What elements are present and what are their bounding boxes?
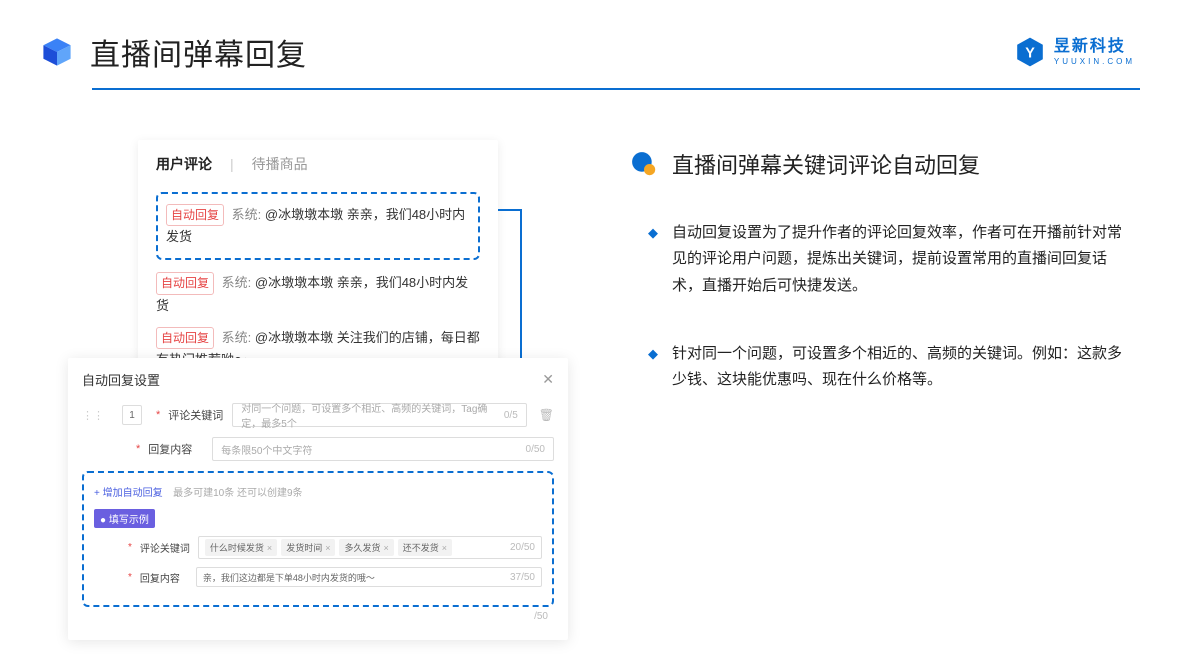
chat-bubble-icon (630, 150, 658, 178)
example-badge: ● 填写示例 (94, 509, 155, 528)
required-star: * (136, 443, 140, 455)
system-label: 系统: (222, 275, 252, 290)
drag-handle-icon[interactable]: ⋮⋮ (82, 409, 104, 422)
section-head: 直播间弹幕关键词评论自动回复 (630, 148, 1135, 180)
brand-block: Y 昱新科技 YUUXIN.COM (1014, 36, 1135, 68)
example-content-input[interactable]: 亲，我们这边都是下单48小时内发货的哦～ 37/50 (196, 567, 542, 587)
outer-counter: /50 (82, 611, 548, 622)
section-title: 直播间弹幕关键词评论自动回复 (672, 148, 980, 180)
ex-content-counter: 37/50 (510, 572, 535, 583)
example-keyword-row: * 评论关键词 什么时候发货× 发货时间× 多久发货× 还不发货× 20/50 (122, 536, 542, 559)
auto-reply-tag: 自动回复 (166, 204, 224, 226)
auto-reply-tag: 自动回复 (156, 327, 214, 349)
page-header: 直播间弹幕回复 Y 昱新科技 YUUXIN.COM (0, 0, 1180, 74)
tab-pending-products[interactable]: 待播商品 (252, 154, 308, 174)
main-content: 用户评论 | 待播商品 自动回复 系统: @冰墩墩本墩 亲亲，我们48小时内发货… (0, 90, 1180, 620)
page-title: 直播间弹幕回复 (90, 30, 307, 74)
example-content-row: * 回复内容 亲，我们这边都是下单48小时内发货的哦～ 37/50 (122, 567, 542, 587)
brand-sub: YUUXIN.COM (1054, 58, 1135, 66)
keyword-input[interactable]: 对同一个问题，可设置多个相近、高频的关键词，Tag确定，最多5个 0/5 (232, 403, 526, 427)
bullet-item: 针对同一个问题，可设置多个相近的、高频的关键词。例如：这款多少钱、这块能优惠吗、… (648, 341, 1135, 394)
svg-text:Y: Y (1025, 46, 1035, 62)
brand-icon: Y (1014, 36, 1046, 68)
brand-text: 昱新科技 YUUXIN.COM (1054, 39, 1135, 66)
tab-divider: | (230, 156, 234, 172)
settings-card: 自动回复设置 ✕ ⋮⋮ 1 * 评论关键词 对同一个问题，可设置多个相近、高频的… (68, 358, 568, 640)
add-auto-reply-link[interactable]: + 增加自动回复 (94, 488, 163, 499)
content-input[interactable]: 每条限50个中文字符 0/50 (212, 437, 554, 461)
example-tags-input[interactable]: 什么时候发货× 发货时间× 多久发货× 还不发货× 20/50 (198, 536, 542, 559)
tag-chip[interactable]: 多久发货× (339, 539, 393, 556)
auto-reply-tag: 自动回复 (156, 272, 214, 294)
description-column: 直播间弹幕关键词评论自动回复 自动回复设置为了提升作者的评论回复效率，作者可在开… (630, 140, 1135, 620)
content-row: * 回复内容 每条限50个中文字符 0/50 (82, 437, 554, 461)
example-box: + 增加自动回复 最多可建10条 还可以创建9条 ● 填写示例 * 评论关键词 … (82, 471, 554, 607)
add-note: 最多可建10条 还可以创建9条 (173, 488, 302, 499)
header-left: 直播间弹幕回复 (40, 30, 307, 74)
required-star: * (128, 572, 132, 583)
keyword-row: ⋮⋮ 1 * 评论关键词 对同一个问题，可设置多个相近、高频的关键词，Tag确定… (82, 403, 554, 427)
keyword-label: 评论关键词 (168, 407, 224, 423)
settings-header: 自动回复设置 ✕ (82, 370, 554, 389)
content-label: 回复内容 (148, 441, 204, 457)
comment-line: 自动回复 系统: @冰墩墩本墩 亲亲，我们48小时内发货 (166, 204, 470, 248)
highlighted-comment: 自动回复 系统: @冰墩墩本墩 亲亲，我们48小时内发货 (156, 192, 480, 260)
add-row: + 增加自动回复 最多可建10条 还可以创建9条 (94, 483, 542, 501)
placeholder-text: 每条限50个中文字符 (221, 442, 312, 457)
bullet-list: 自动回复设置为了提升作者的评论回复效率，作者可在开播前针对常见的评论用户问题，提… (630, 220, 1135, 393)
close-icon[interactable]: ✕ (542, 371, 554, 388)
cube-icon (40, 35, 74, 69)
comments-card: 用户评论 | 待播商品 自动回复 系统: @冰墩墩本墩 亲亲，我们48小时内发货… (138, 140, 498, 389)
keyword-counter: 0/5 (504, 410, 518, 421)
required-star: * (156, 409, 160, 421)
ex-content-value: 亲，我们这边都是下单48小时内发货的哦～ (203, 571, 375, 584)
required-star: * (128, 542, 132, 553)
system-label: 系统: (222, 330, 252, 345)
delete-icon[interactable]: 🗑 (539, 408, 554, 422)
illustration-column: 用户评论 | 待播商品 自动回复 系统: @冰墩墩本墩 亲亲，我们48小时内发货… (50, 140, 570, 620)
content-counter: 0/50 (526, 444, 545, 455)
ex-kw-counter: 20/50 (510, 542, 535, 553)
ex-content-label: 回复内容 (140, 570, 188, 585)
tag-chip[interactable]: 什么时候发货× (205, 539, 277, 556)
tag-chip[interactable]: 还不发货× (398, 539, 452, 556)
tab-user-comments[interactable]: 用户评论 (156, 154, 212, 174)
comments-tabs: 用户评论 | 待播商品 (156, 154, 480, 174)
placeholder-text: 对同一个问题，可设置多个相近、高频的关键词，Tag确定，最多5个 (241, 400, 504, 430)
row-number: 1 (122, 405, 142, 425)
ex-keyword-label: 评论关键词 (140, 540, 190, 555)
connector-line (498, 209, 522, 211)
comment-line: 自动回复 系统: @冰墩墩本墩 亲亲，我们48小时内发货 (156, 272, 480, 316)
brand-name: 昱新科技 (1054, 39, 1135, 55)
bullet-item: 自动回复设置为了提升作者的评论回复效率，作者可在开播前针对常见的评论用户问题，提… (648, 220, 1135, 299)
tag-chip[interactable]: 发货时间× (281, 539, 335, 556)
system-label: 系统: (232, 207, 262, 222)
settings-title: 自动回复设置 (82, 370, 160, 389)
